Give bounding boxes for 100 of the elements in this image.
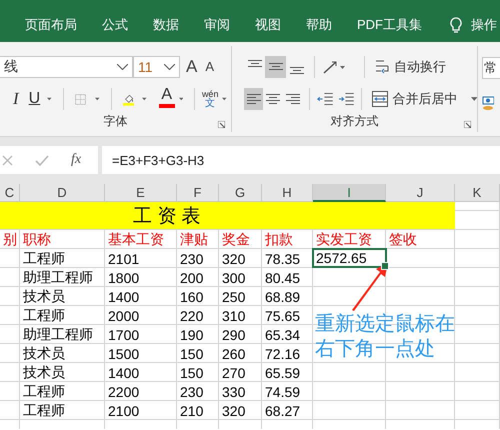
ribbon-tab[interactable]: 审阅 bbox=[204, 16, 230, 34]
font-size-dropdown[interactable]: 11 bbox=[133, 56, 180, 78]
insert-function-button[interactable]: fx bbox=[71, 152, 82, 168]
italic-button[interactable]: I bbox=[10, 87, 22, 112]
table-cell-text: 技术员 bbox=[22, 287, 66, 306]
column-header[interactable]: G bbox=[219, 184, 262, 202]
header-cell-text: 奖金 bbox=[221, 230, 251, 248]
header-cell-text: 实发工资 bbox=[315, 230, 373, 248]
table-cell-text: 320 bbox=[221, 250, 246, 268]
table-cell-text: 230 bbox=[179, 250, 204, 268]
column-header[interactable]: J bbox=[386, 184, 455, 202]
table-cell-text: 工程师 bbox=[22, 249, 66, 268]
table-cell-text: 工程师 bbox=[22, 382, 66, 400]
chevron-icon[interactable] bbox=[117, 64, 128, 70]
table-cell-text: 78.35 bbox=[264, 250, 302, 268]
ribbon-tab[interactable]: 页面布局 bbox=[25, 16, 77, 34]
align-right-icon bbox=[286, 94, 300, 104]
table-cell-text: 230 bbox=[179, 382, 204, 401]
number-format-dropdown[interactable]: 常 bbox=[482, 57, 500, 79]
table-cell-text: 290 bbox=[221, 326, 246, 344]
caret-icon[interactable] bbox=[95, 97, 100, 102]
column-header[interactable]: H bbox=[262, 184, 313, 202]
column-header[interactable]: F bbox=[177, 184, 219, 202]
column-header[interactable]: D bbox=[20, 184, 105, 202]
column-header[interactable]: C bbox=[0, 184, 20, 202]
table-cell-text: 工程师 bbox=[22, 401, 66, 420]
table-cell-text: 2000 bbox=[107, 306, 140, 325]
grow-font-button[interactable]: A bbox=[184, 54, 200, 79]
merge-center-button[interactable]: 合并后居中 bbox=[368, 87, 460, 112]
caret-icon[interactable] bbox=[47, 97, 52, 102]
chevron-icon[interactable] bbox=[164, 64, 175, 70]
table-cell-text: 1500 bbox=[107, 344, 140, 363]
table-cell-text: 210 bbox=[179, 402, 204, 420]
table-cell-text: 74.59 bbox=[264, 382, 302, 401]
lightbulb-icon bbox=[450, 16, 462, 34]
caret-icon[interactable] bbox=[178, 97, 184, 102]
table-cell-text: 65.59 bbox=[264, 364, 302, 382]
table-cell-text: 160 bbox=[179, 288, 204, 306]
align-middle-icon bbox=[268, 63, 282, 70]
column-header[interactable]: I bbox=[313, 184, 386, 202]
wrap-text-icon bbox=[375, 58, 389, 76]
table-cell-text: 助理工程师 bbox=[22, 325, 94, 344]
header-cell-text: 基本工资 bbox=[107, 230, 165, 248]
font-size-value: 11 bbox=[138, 58, 153, 75]
table-cell-text: 技术员 bbox=[22, 363, 66, 382]
caret-icon[interactable] bbox=[470, 97, 477, 102]
shrink-font-button[interactable]: A bbox=[203, 54, 216, 79]
group-label: 对齐方式 bbox=[330, 113, 380, 130]
font-name-dropdown[interactable]: 线 bbox=[0, 56, 133, 78]
merge-cells-icon bbox=[372, 91, 388, 108]
table-cell-text: 330 bbox=[221, 382, 246, 401]
table-cell-text: 1700 bbox=[107, 326, 140, 344]
formula-field[interactable]: =E3+F3+G3-H3 bbox=[102, 146, 500, 174]
align-middle-button[interactable] bbox=[265, 56, 286, 78]
table-cell-text: 310 bbox=[221, 306, 246, 325]
table-cell-text: 80.45 bbox=[264, 268, 302, 287]
check-icon[interactable] bbox=[35, 154, 49, 166]
dialog-launcher-icon[interactable] bbox=[218, 121, 225, 128]
table-cell-text: 190 bbox=[179, 326, 204, 344]
align-left-button[interactable] bbox=[244, 88, 264, 110]
table-cell-text: 2200 bbox=[107, 382, 140, 401]
header-cell-text: 别 bbox=[2, 230, 18, 248]
table-cell-text: 2101 bbox=[107, 250, 140, 268]
table-cell-text: 75.65 bbox=[264, 306, 302, 325]
annotation-text: 重新选定鼠标在右下角一点处 bbox=[315, 312, 455, 362]
column-header[interactable]: E bbox=[105, 184, 177, 202]
font-color-button[interactable]: A bbox=[158, 86, 175, 112]
column-header[interactable]: K bbox=[455, 184, 500, 202]
caret-icon[interactable] bbox=[222, 97, 227, 102]
ribbon-tab[interactable]: 视图 bbox=[255, 16, 281, 34]
table-cell-text: 1400 bbox=[107, 364, 140, 382]
header-cell-text: 签收 bbox=[388, 230, 418, 248]
table-cell-text: 技术员 bbox=[22, 344, 66, 362]
header-cell-text: 津贴 bbox=[179, 230, 209, 248]
ribbon-tab[interactable]: 公式 bbox=[102, 16, 128, 34]
dialog-launcher-icon[interactable] bbox=[464, 121, 471, 128]
table-cell-text: 200 bbox=[179, 268, 204, 287]
tell-me-search[interactable]: 操作 bbox=[471, 16, 497, 34]
table-cell-text: 220 bbox=[179, 306, 204, 325]
ribbon-tab[interactable]: 帮助 bbox=[306, 16, 332, 34]
text-orientation-icon[interactable] bbox=[322, 58, 346, 75]
caret-icon[interactable] bbox=[142, 97, 147, 102]
align-left-icon bbox=[246, 94, 261, 104]
header-cell-text: 扣款 bbox=[264, 230, 294, 248]
table-cell[interactable]: 2572.65 bbox=[313, 249, 386, 267]
phonetic-button[interactable]: wén 文 bbox=[202, 90, 218, 108]
align-bottom-icon bbox=[290, 66, 304, 74]
table-cell-text: 1800 bbox=[107, 268, 140, 287]
underline-button[interactable]: U bbox=[26, 87, 44, 112]
table-cell-text: 68.27 bbox=[264, 402, 302, 420]
increase-indent-icon[interactable] bbox=[338, 91, 355, 108]
wrap-text-button[interactable]: 自动换行 bbox=[372, 54, 449, 79]
ribbon-tab[interactable]: PDF工具集 bbox=[357, 16, 422, 34]
currency-icon[interactable] bbox=[482, 95, 494, 111]
header-cell-text: 职称 bbox=[22, 230, 52, 248]
decrease-indent-icon[interactable] bbox=[317, 91, 334, 108]
ribbon-tab[interactable]: 数据 bbox=[153, 16, 179, 34]
fill-handle[interactable] bbox=[381, 262, 389, 270]
table-cell-text: 270 bbox=[221, 364, 246, 382]
table-cell-text: 65.34 bbox=[264, 326, 302, 344]
